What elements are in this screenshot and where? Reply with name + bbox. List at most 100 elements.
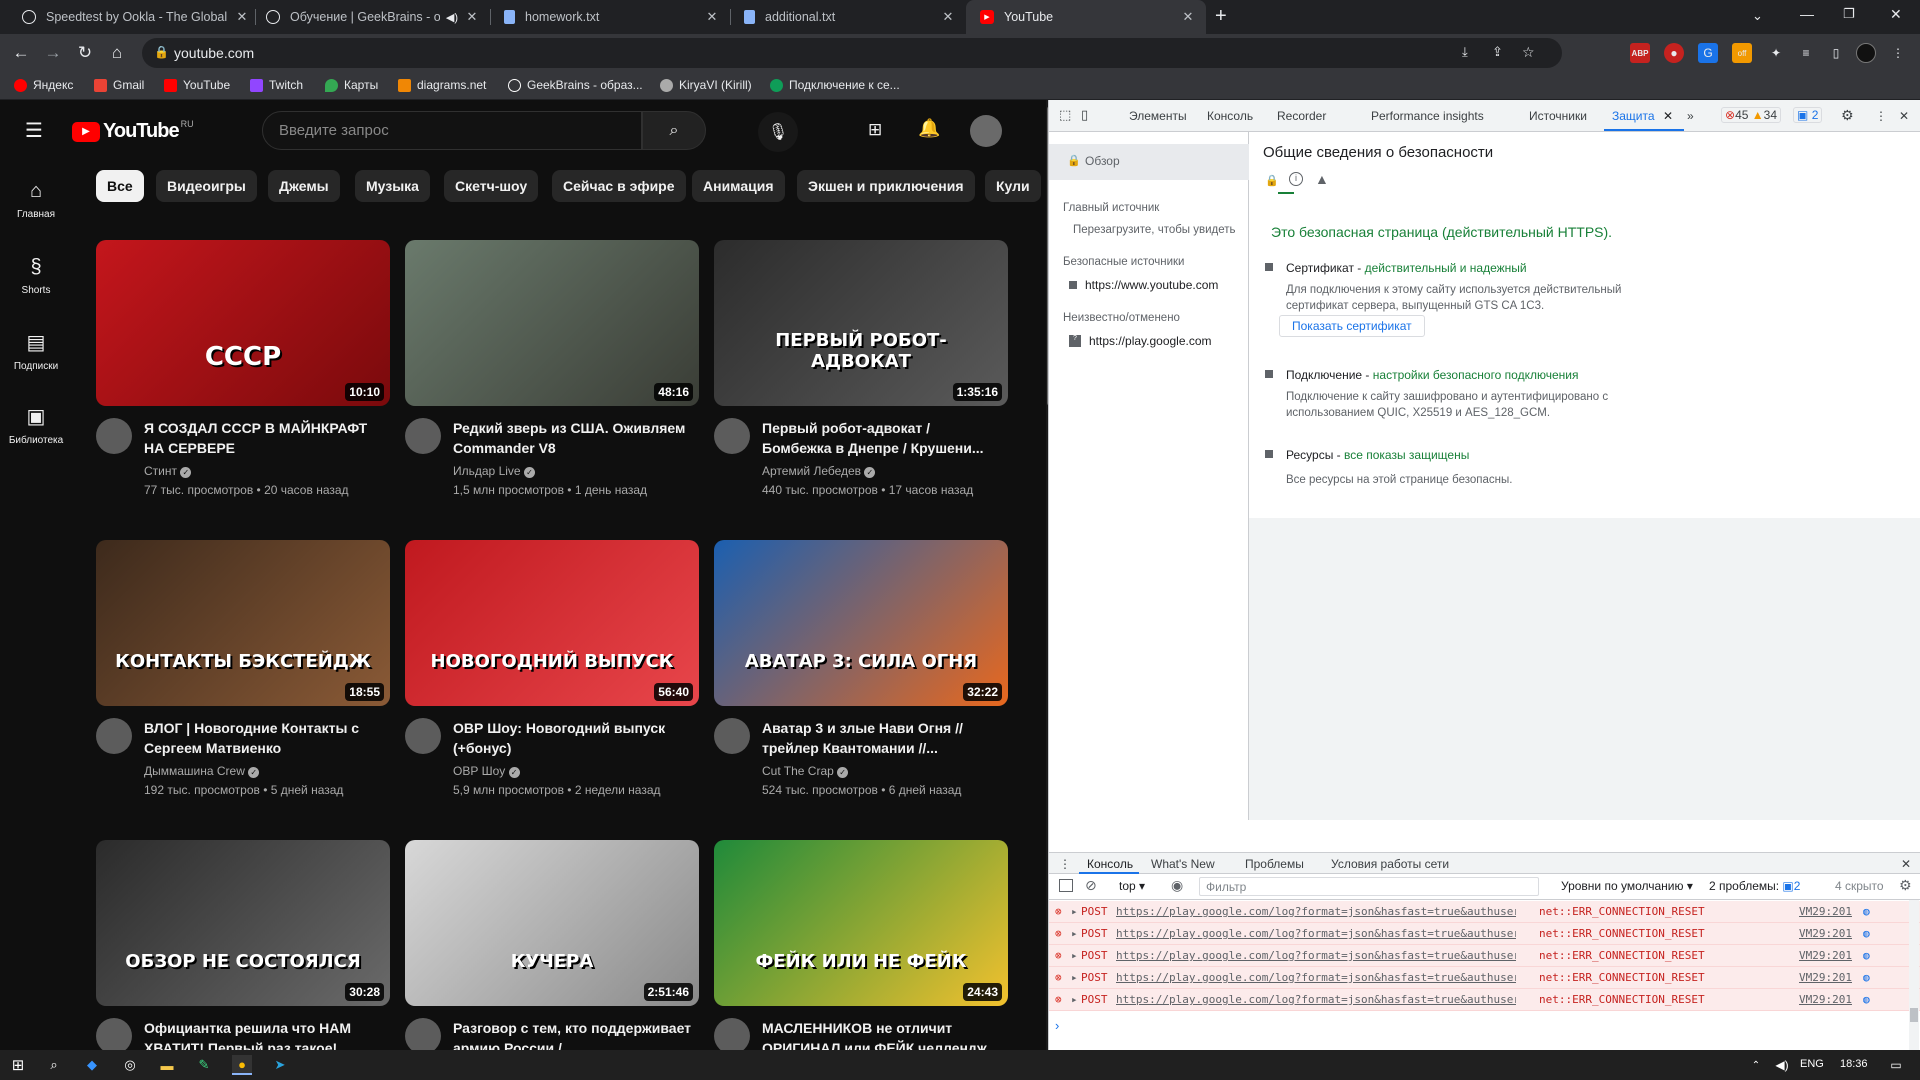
bookmark-gmail[interactable]: Gmail [94, 78, 144, 92]
channel-avatar[interactable] [405, 418, 441, 454]
chip-cooking[interactable]: Кули [985, 170, 1041, 202]
tab-console[interactable]: Консоль [1207, 109, 1253, 123]
video-thumbnail[interactable]: КОНТАКТЫ БЭКСТЕЙДЖ 18:55 [96, 540, 390, 706]
address-bar[interactable]: 🔒 youtube.com ☆ ⤓ ⇪ [142, 38, 1562, 68]
video-title[interactable]: ОВР Шоу: Новогодний выпуск (+бонус) [453, 718, 693, 758]
video-thumbnail[interactable]: СССР 10:10 [96, 240, 390, 406]
network-request-icon[interactable]: ◍ [1863, 949, 1870, 962]
guide-subscriptions[interactable]: ▤ Подписки [0, 330, 72, 372]
translate-extension-icon[interactable]: G [1698, 43, 1718, 63]
sidebar-toggle-icon[interactable] [1059, 879, 1073, 892]
forward-icon[interactable]: → [40, 40, 66, 66]
settings-gear-icon[interactable]: ⚙ [1841, 107, 1854, 124]
video-card[interactable]: ОБЗОР НЕ СОСТОЯЛСЯ 30:28 Официантка решила… [96, 840, 390, 1050]
live-expression-eye-icon[interactable]: ◉ [1171, 877, 1183, 894]
channel-name[interactable]: Дыммашина Crew ✓ [144, 764, 260, 778]
bookmark-geekbrains[interactable]: GeekBrains - образ... [508, 78, 643, 92]
issues-button[interactable]: 2 проблемы: ▣2 [1709, 879, 1800, 893]
network-request-icon[interactable]: ◍ [1863, 993, 1870, 1006]
console-error-row[interactable]: ⊗ ▸ POST https://play.google.com/log?format… [1049, 923, 1920, 945]
restore-button[interactable]: ❐ [1843, 6, 1855, 22]
lock-icon[interactable]: 🔒 [154, 45, 169, 59]
bookmark-connection[interactable]: Подключение к се... [770, 78, 900, 92]
close-window-button[interactable]: ✕ [1890, 6, 1902, 23]
chip-action[interactable]: Экшен и приключения [797, 170, 975, 202]
expand-triangle-icon[interactable]: ▸ [1071, 993, 1078, 1006]
tab-security[interactable]: Защита [1612, 109, 1655, 123]
search-input[interactable]: Введите запрос [262, 111, 669, 150]
console-prompt-icon[interactable]: › [1055, 1018, 1059, 1033]
overview-item[interactable]: 🔒 Обзор [1049, 144, 1249, 180]
tab-homework[interactable]: homework.txt ✕ [490, 0, 730, 34]
drawer-tab-whats-new[interactable]: What's New [1151, 857, 1215, 871]
language-indicator[interactable]: ENG [1800, 1058, 1824, 1070]
home-icon[interactable]: ⌂ [104, 40, 130, 66]
request-url[interactable]: https://play.google.com/log?format=json&… [1116, 905, 1516, 918]
volume-icon[interactable]: ◀) [1772, 1055, 1792, 1075]
close-icon[interactable]: ✕ [940, 9, 956, 25]
source-link[interactable]: VM29:201 [1799, 905, 1852, 918]
media-control-icon[interactable]: ≡ [1796, 43, 1816, 63]
request-url[interactable]: https://play.google.com/log?format=json&… [1116, 949, 1516, 962]
close-icon[interactable]: ✕ [1180, 9, 1196, 25]
channel-avatar[interactable] [405, 718, 441, 754]
bookmark-github[interactable]: KiryaVI (Kirill) [660, 78, 752, 92]
share-icon[interactable]: ⇪ [1492, 44, 1503, 60]
console-error-row[interactable]: ⊗ ▸ POST https://play.google.com/log?format… [1049, 989, 1920, 1011]
clear-console-icon[interactable]: ⊘ [1085, 877, 1097, 894]
channel-avatar[interactable] [714, 418, 750, 454]
hamburger-menu-icon[interactable]: ☰ [25, 118, 43, 143]
close-icon[interactable]: ✕ [464, 9, 480, 25]
search-icon[interactable]: ⌕ [44, 1055, 64, 1075]
channel-name[interactable]: Артемий Лебедев ✓ [762, 464, 876, 478]
video-title[interactable]: МАСЛЕННИКОВ не отличит ОРИГИНАЛ или ФЕЙК… [762, 1018, 1002, 1050]
console-error-row[interactable]: ⊗ ▸ POST https://play.google.com/log?format… [1049, 901, 1920, 923]
channel-name[interactable]: Cut The Crap ✓ [762, 764, 849, 778]
install-app-icon[interactable]: ⤓ [1462, 44, 1468, 60]
video-title[interactable]: Разговор с тем, кто поддерживает армию Р… [453, 1018, 693, 1050]
chrome-icon[interactable]: ● [232, 1055, 252, 1075]
video-title[interactable]: Официантка решила что НАМ ХВАТИТ! Первый… [144, 1018, 384, 1050]
close-icon[interactable]: ✕ [234, 9, 250, 25]
bookmark-diagrams[interactable]: diagrams.net [398, 78, 486, 92]
video-card[interactable]: СССР 10:10 Я СОЗДАЛ СССР В МАЙНКРАФТ НА СЕ… [96, 240, 390, 530]
chip-sketch[interactable]: Скетч-шоу [444, 170, 539, 202]
expand-triangle-icon[interactable]: ▸ [1071, 905, 1078, 918]
bookmark-star-icon[interactable]: ☆ [1522, 44, 1535, 61]
side-panel-icon[interactable]: ▯ [1826, 43, 1846, 63]
video-card[interactable]: КОНТАКТЫ БЭКСТЕЙДЖ 18:55 ВЛОГ | Новогодние… [96, 540, 390, 830]
profile-avatar[interactable] [1856, 43, 1876, 63]
create-video-icon[interactable]: ⊞ [868, 120, 882, 140]
video-thumbnail[interactable]: ОБЗОР НЕ СОСТОЯЛСЯ 30:28 [96, 840, 390, 1006]
source-link[interactable]: VM29:201 [1799, 971, 1852, 984]
speaker-icon[interactable]: ◀) [446, 11, 458, 24]
device-toolbar-icon[interactable]: ▯ [1081, 107, 1088, 123]
video-title[interactable]: Редкий зверь из США. Оживляем Commander … [453, 418, 693, 458]
chip-live[interactable]: Сейчас в эфире [552, 170, 686, 202]
channel-avatar[interactable] [96, 718, 132, 754]
video-thumbnail[interactable]: НОВОГОДНИЙ ВЫПУСК 56:40 [405, 540, 699, 706]
windows-start-icon[interactable]: ⊞ [8, 1055, 28, 1075]
expand-triangle-icon[interactable]: ▸ [1071, 971, 1078, 984]
expand-triangle-icon[interactable]: ▸ [1071, 927, 1078, 940]
voice-search-button[interactable]: 🎙 [758, 112, 798, 152]
tab-additional[interactable]: additional.txt ✕ [730, 0, 966, 34]
drawer-menu-icon[interactable]: ⋮ [1059, 857, 1071, 871]
video-title[interactable]: Я СОЗДАЛ СССР В МАЙНКРАФТ НА СЕРВЕРЕ [144, 418, 384, 458]
tab-recorder[interactable]: Recorder [1277, 109, 1326, 123]
file-explorer-icon[interactable]: ▬ [157, 1055, 177, 1075]
vscode-icon[interactable]: ◆ [82, 1055, 102, 1075]
chip-music[interactable]: Музыка [355, 170, 430, 202]
console-filter-input[interactable]: Фильтр [1199, 877, 1539, 896]
inspect-element-icon[interactable]: ⬚ [1059, 107, 1071, 123]
account-avatar[interactable] [970, 115, 1002, 147]
chip-all[interactable]: Все [96, 170, 144, 202]
clock[interactable]: 18:36 [1840, 1058, 1868, 1070]
notifications-icon[interactable]: ▭ [1886, 1055, 1906, 1075]
devtools-menu-icon[interactable]: ⋮ [1875, 109, 1887, 123]
channel-name[interactable]: Стинт ✓ [144, 464, 192, 478]
source-link[interactable]: VM29:201 [1799, 993, 1852, 1006]
scrollbar-thumb[interactable] [1910, 1008, 1918, 1022]
tab-sources[interactable]: Источники [1529, 109, 1587, 123]
issues-counter[interactable]: ⊗45 ▲34 [1721, 107, 1782, 123]
